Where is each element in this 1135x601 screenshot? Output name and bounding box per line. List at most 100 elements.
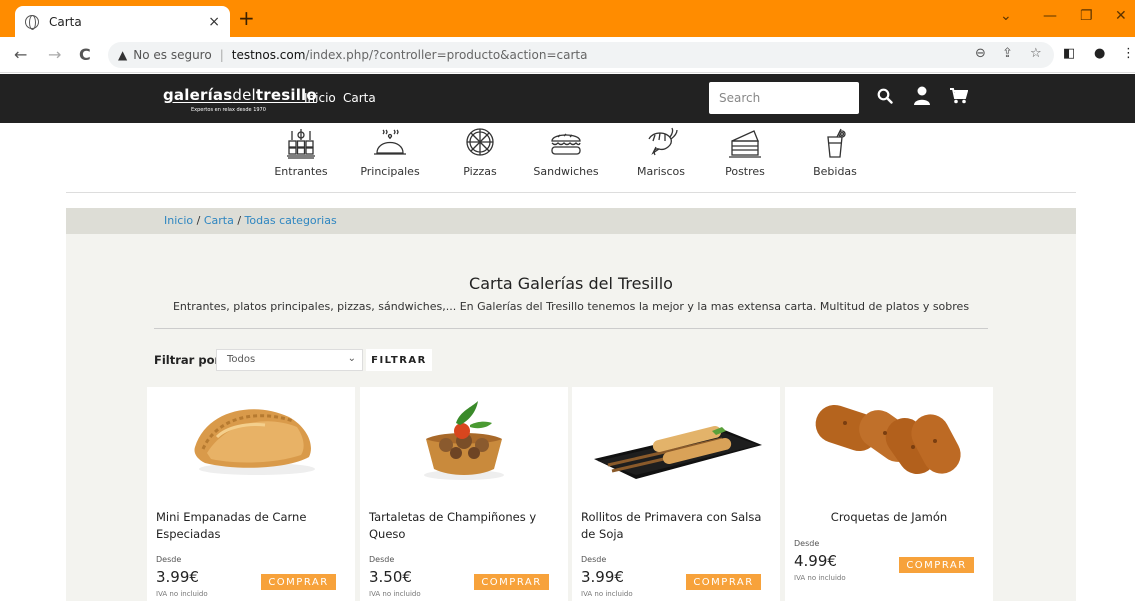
tab-title: Carta xyxy=(49,14,82,29)
product-image-croquetas[interactable] xyxy=(785,387,993,497)
nav-inicio[interactable]: Inicio xyxy=(304,91,336,105)
drink-icon xyxy=(827,128,846,158)
buy-button[interactable]: COMPRAR xyxy=(899,557,974,573)
tab-close-icon[interactable]: × xyxy=(208,14,220,30)
product-image-rollitos[interactable] xyxy=(572,387,780,497)
price-prefix: Desde xyxy=(794,539,820,548)
breadcrumb-carta[interactable]: Carta xyxy=(204,214,234,227)
search-icon[interactable] xyxy=(877,88,893,104)
logo-text-1: galerías xyxy=(163,86,233,104)
category-bebidas[interactable]: Bebidas xyxy=(790,127,880,178)
product-card: Mini Empanadas de Carne Especiadas Desde… xyxy=(147,387,355,601)
tab-search-chevron-icon[interactable]: ⌄ xyxy=(1000,8,1012,24)
side-panel-icon[interactable]: ◧ xyxy=(1063,46,1075,61)
filter-button[interactable]: FILTRAR xyxy=(366,349,432,371)
product-image-tartaleta[interactable] xyxy=(360,387,568,497)
tax-note: IVA no incluido xyxy=(794,574,846,582)
globe-icon xyxy=(25,14,39,30)
category-entrantes[interactable]: Entrantes xyxy=(256,127,346,178)
profile-icon[interactable]: ● xyxy=(1094,46,1105,61)
product-card: Tartaletas de Champiñones y Queso Desde … xyxy=(360,387,568,601)
product-image-empanada[interactable] xyxy=(147,387,355,497)
sandwich-icon xyxy=(551,133,581,155)
url-bar[interactable]: ▲ No es seguro | testnos.com/index.php/?… xyxy=(108,42,1054,68)
pizza-icon xyxy=(466,128,494,156)
address-bar-row: ← → C ▲ No es seguro | testnos.com/index… xyxy=(0,37,1135,73)
browser-tab[interactable]: Carta × xyxy=(15,6,230,37)
zoom-icon[interactable]: ⊖ xyxy=(975,46,986,61)
price-prefix: Desde xyxy=(369,555,395,564)
tax-note: IVA no incluido xyxy=(156,590,208,598)
menu-kebab-icon[interactable]: ⋮ xyxy=(1122,46,1135,61)
breadcrumb-todas[interactable]: Todas categorias xyxy=(245,214,337,227)
shrimp-icon xyxy=(648,127,678,156)
search-input[interactable] xyxy=(709,82,859,114)
title-divider xyxy=(154,328,988,329)
category-label: Entrantes xyxy=(274,165,328,178)
buy-button[interactable]: COMPRAR xyxy=(474,574,549,590)
buy-button[interactable]: COMPRAR xyxy=(686,574,761,590)
url-domain: testnos.com xyxy=(231,48,306,62)
user-icon[interactable] xyxy=(914,86,930,106)
share-icon[interactable]: ⇪ xyxy=(1002,46,1013,61)
product-name[interactable]: Mini Empanadas de Carne Especiadas xyxy=(156,509,351,543)
url-separator: | xyxy=(219,48,224,62)
category-postres[interactable]: Postres xyxy=(700,127,790,178)
entrantes-icon xyxy=(287,129,315,159)
site-logo[interactable]: galeríasdeltresillo Expertos en relax de… xyxy=(163,86,317,113)
product-name[interactable]: Rollitos de Primavera con Salsa de Soja xyxy=(581,509,776,543)
warning-icon[interactable]: ▲ xyxy=(118,48,127,62)
url-path: /index.php/?controller=producto&action=c… xyxy=(305,48,588,62)
breadcrumb-separator: / xyxy=(237,214,242,227)
category-label: Bebidas xyxy=(813,165,857,178)
category-sandwiches[interactable]: Sandwiches xyxy=(521,127,611,178)
product-price: 3.50€ xyxy=(369,568,412,586)
bookmark-star-icon[interactable]: ☆ xyxy=(1030,46,1042,61)
category-principales[interactable]: Principales xyxy=(345,127,435,178)
logo-tagline: Expertos en relax desde 1970 xyxy=(191,107,266,113)
page-title: Carta Galerías del Tresillo xyxy=(469,274,673,293)
filter-selected-value: Todos xyxy=(227,354,256,365)
reload-icon[interactable]: C xyxy=(79,45,91,64)
breadcrumb-separator: / xyxy=(196,214,201,227)
page-subtitle: Entrantes, platos principales, pizzas, s… xyxy=(172,300,970,313)
category-label: Postres xyxy=(725,165,765,178)
category-label: Pizzas xyxy=(463,165,497,178)
cake-icon xyxy=(729,130,761,158)
back-icon[interactable]: ← xyxy=(14,45,27,64)
filter-label: Filtrar por: xyxy=(154,353,225,367)
browser-tab-bar: Carta × + ⌄ — ❐ ✕ xyxy=(0,0,1135,37)
category-mariscos[interactable]: Mariscos xyxy=(616,127,706,178)
forward-icon[interactable]: → xyxy=(48,45,61,64)
tax-note: IVA no incluido xyxy=(581,590,633,598)
category-pizzas[interactable]: Pizzas xyxy=(435,127,525,178)
product-price: 3.99€ xyxy=(156,568,199,586)
product-price: 3.99€ xyxy=(581,568,624,586)
minimize-icon[interactable]: — xyxy=(1043,8,1057,24)
buy-button[interactable]: COMPRAR xyxy=(261,574,336,590)
cart-icon[interactable] xyxy=(950,88,968,104)
category-bar: Entrantes Principales Pizzas Sandwiches … xyxy=(0,127,1135,187)
new-tab-button[interactable]: + xyxy=(238,8,255,28)
category-divider xyxy=(66,192,1076,193)
close-window-icon[interactable]: ✕ xyxy=(1115,8,1127,24)
product-card: Croquetas de Jamón Desde 4.99€ IVA no in… xyxy=(785,387,993,601)
principales-icon xyxy=(374,129,406,155)
product-name[interactable]: Tartaletas de Champiñones y Queso xyxy=(369,509,564,543)
product-card: Rollitos de Primavera con Salsa de Soja … xyxy=(572,387,780,601)
logo-text-2: del xyxy=(232,86,256,104)
category-label: Mariscos xyxy=(636,165,686,178)
product-name[interactable]: Croquetas de Jamón xyxy=(794,509,984,526)
main-content: Inicio / Carta / Todas categorias Carta … xyxy=(66,208,1076,601)
price-prefix: Desde xyxy=(581,555,607,564)
filter-select[interactable]: Todos ⌄ xyxy=(216,349,363,371)
price-prefix: Desde xyxy=(156,555,182,564)
category-label: Principales xyxy=(360,165,420,178)
tax-note: IVA no incluido xyxy=(369,590,421,598)
nav-carta[interactable]: Carta xyxy=(343,91,376,105)
site-header: galeríasdeltresillo Expertos en relax de… xyxy=(0,74,1135,123)
chevron-down-icon: ⌄ xyxy=(347,353,356,364)
breadcrumb-inicio[interactable]: Inicio xyxy=(164,214,193,227)
insecure-label[interactable]: No es seguro xyxy=(133,48,211,62)
restore-icon[interactable]: ❐ xyxy=(1080,8,1093,24)
